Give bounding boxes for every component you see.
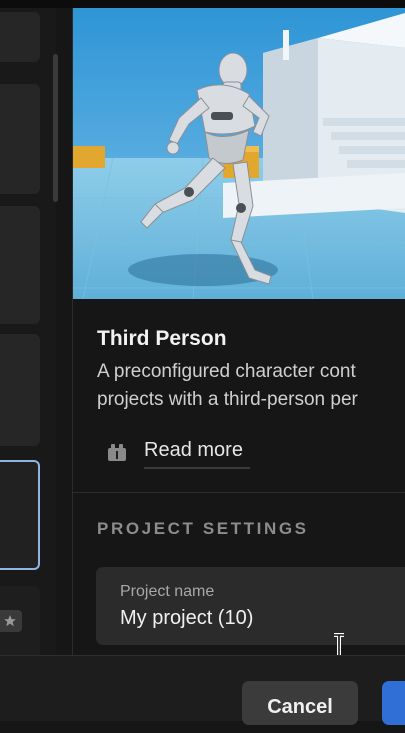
template-card[interactable] bbox=[0, 84, 40, 194]
create-project-button[interactable] bbox=[382, 681, 405, 725]
dialog-footer: Cancel bbox=[0, 655, 405, 725]
read-more-label[interactable]: Read more bbox=[144, 439, 243, 462]
template-card-selected[interactable] bbox=[0, 460, 40, 570]
template-card[interactable] bbox=[0, 12, 40, 62]
template-card[interactable] bbox=[0, 206, 40, 324]
project-name-label: Project name bbox=[120, 583, 215, 600]
read-more-underline bbox=[144, 467, 250, 469]
template-list-scrollbar[interactable] bbox=[53, 54, 58, 202]
template-description-line: projects with a third-person per bbox=[97, 389, 358, 410]
template-list bbox=[0, 8, 58, 658]
template-title: Third Person bbox=[97, 327, 227, 350]
star-icon bbox=[4, 615, 16, 627]
template-description: A preconfigured character cont projects … bbox=[97, 358, 405, 414]
cancel-button[interactable]: Cancel bbox=[242, 681, 358, 725]
project-name-input[interactable]: My project (10) bbox=[120, 607, 253, 630]
template-preview-image bbox=[73, 8, 405, 299]
book-icon bbox=[108, 444, 126, 461]
window-top-edge bbox=[0, 0, 405, 8]
template-card[interactable] bbox=[0, 334, 40, 446]
project-name-field[interactable]: Project name My project (10) bbox=[96, 567, 405, 645]
template-description-line: A preconfigured character cont bbox=[97, 361, 356, 382]
section-divider bbox=[73, 492, 405, 493]
favorite-badge[interactable] bbox=[0, 610, 22, 632]
project-settings-heading: PROJECT SETTINGS bbox=[97, 519, 309, 538]
